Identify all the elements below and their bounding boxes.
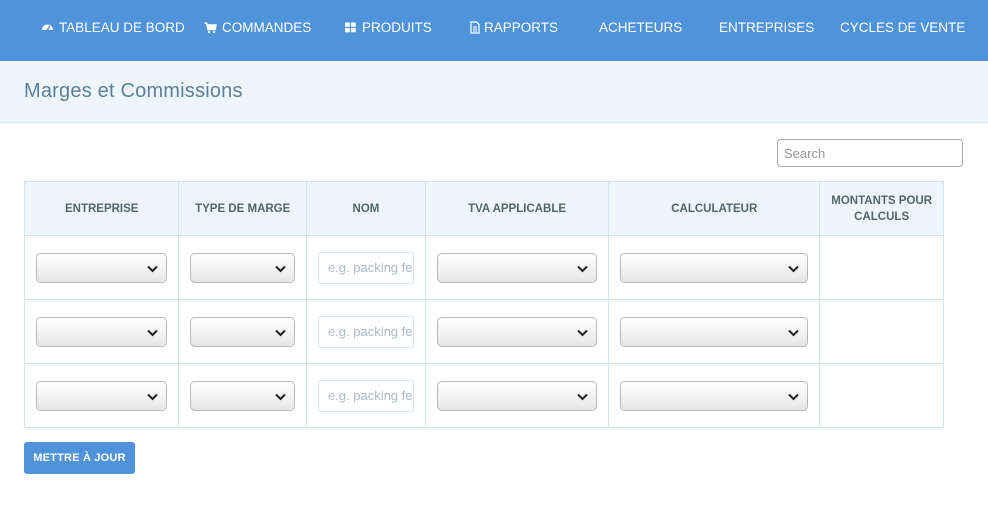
column-header-entreprise: ENTREPRISE: [23, 181, 180, 236]
nav-item-produits[interactable]: PRODUITS: [344, 0, 432, 54]
nav-item-cycles-de-vente[interactable]: CYCLES DE VENTE: [840, 0, 965, 54]
cell-tva-applicable: [424, 363, 610, 428]
cell-tva-applicable: [424, 235, 610, 300]
nom-input[interactable]: [317, 315, 414, 348]
dashboard-icon: [41, 21, 54, 34]
cell-entreprise: [23, 299, 180, 364]
nav-item-rapports[interactable]: RAPPORTS: [470, 0, 558, 54]
nav-label: TABLEAU DE BORD: [59, 19, 185, 35]
table-header-row: ENTREPRISE TYPE DE MARGE NOM TVA APPLICA…: [23, 181, 944, 236]
chevron-down-icon: [788, 265, 800, 272]
page-header: Marges et Commissions: [0, 61, 988, 123]
cell-montants: [819, 363, 944, 428]
column-header-montants-pour-calculs: MONTANTS POUR CALCULS: [819, 181, 944, 236]
column-header-nom: NOM: [305, 181, 426, 236]
nom-input[interactable]: [317, 379, 414, 412]
column-header-tva-applicable: TVA APPLICABLE: [424, 181, 610, 236]
chevron-down-icon: [788, 329, 800, 336]
chevron-down-icon: [577, 393, 588, 400]
cell-calculateur: [608, 235, 821, 300]
table-row: [23, 363, 944, 428]
cart-icon: [204, 21, 217, 34]
chevron-down-icon: [275, 329, 286, 336]
chevron-down-icon: [577, 329, 588, 336]
nav-label: ENTREPRISES: [719, 19, 815, 35]
cell-nom: [305, 235, 426, 300]
document-icon: [470, 20, 480, 34]
nav-item-commandes[interactable]: COMMANDES: [204, 0, 311, 54]
calculateur-select[interactable]: [620, 252, 809, 283]
chevron-down-icon: [275, 393, 286, 400]
chevron-down-icon: [275, 265, 286, 272]
nav-item-tableau-de-bord[interactable]: TABLEAU DE BORD: [41, 0, 185, 54]
nav-label: COMMANDES: [222, 19, 312, 35]
nom-input[interactable]: [317, 251, 414, 284]
chevron-down-icon: [577, 265, 588, 272]
entreprise-select[interactable]: [36, 252, 168, 283]
grid-icon: [344, 21, 357, 34]
nav-item-acheteurs[interactable]: ACHETEURS: [599, 0, 682, 54]
calculateur-select[interactable]: [620, 380, 809, 411]
update-button[interactable]: METTRE À JOUR: [24, 442, 135, 474]
type-de-marge-select[interactable]: [190, 316, 295, 347]
page-title: Marges et Commissions: [24, 80, 243, 102]
cell-calculateur: [608, 299, 821, 364]
nav-label: PRODUITS: [362, 19, 432, 35]
nav-item-entreprises[interactable]: ENTREPRISES: [719, 0, 814, 54]
cell-type-de-marge: [178, 299, 307, 364]
nav-label: RAPPORTS: [484, 19, 559, 35]
chevron-down-icon: [147, 393, 159, 400]
table-row: [23, 299, 944, 364]
nav-label: ACHETEURS: [599, 19, 683, 35]
margins-table: ENTREPRISE TYPE DE MARGE NOM TVA APPLICA…: [23, 181, 944, 428]
cell-montants: [819, 235, 944, 300]
cell-tva-applicable: [424, 299, 610, 364]
column-header-type-de-marge: TYPE DE MARGE: [178, 181, 307, 236]
entreprise-select[interactable]: [36, 316, 168, 347]
chevron-down-icon: [788, 393, 800, 400]
cell-entreprise: [23, 235, 180, 300]
nav-label: CYCLES DE VENTE: [840, 19, 966, 35]
cell-type-de-marge: [178, 235, 307, 300]
top-navigation: TABLEAU DE BORD COMMANDES PRODUITS RAPPO…: [0, 0, 988, 61]
cell-type-de-marge: [178, 363, 307, 428]
cell-nom: [305, 299, 426, 364]
cell-nom: [305, 363, 426, 428]
tva-applicable-select[interactable]: [436, 316, 598, 347]
cell-montants: [819, 299, 944, 364]
table-row: [23, 235, 944, 300]
search-input[interactable]: [777, 139, 963, 167]
cell-entreprise: [23, 363, 180, 428]
entreprise-select[interactable]: [36, 380, 168, 411]
cell-calculateur: [608, 363, 821, 428]
type-de-marge-select[interactable]: [190, 252, 295, 283]
chevron-down-icon: [147, 265, 159, 272]
tva-applicable-select[interactable]: [436, 252, 598, 283]
type-de-marge-select[interactable]: [190, 380, 295, 411]
column-header-calculateur: CALCULATEUR: [608, 181, 821, 236]
calculateur-select[interactable]: [620, 316, 809, 347]
chevron-down-icon: [147, 329, 159, 336]
tva-applicable-select[interactable]: [436, 380, 598, 411]
